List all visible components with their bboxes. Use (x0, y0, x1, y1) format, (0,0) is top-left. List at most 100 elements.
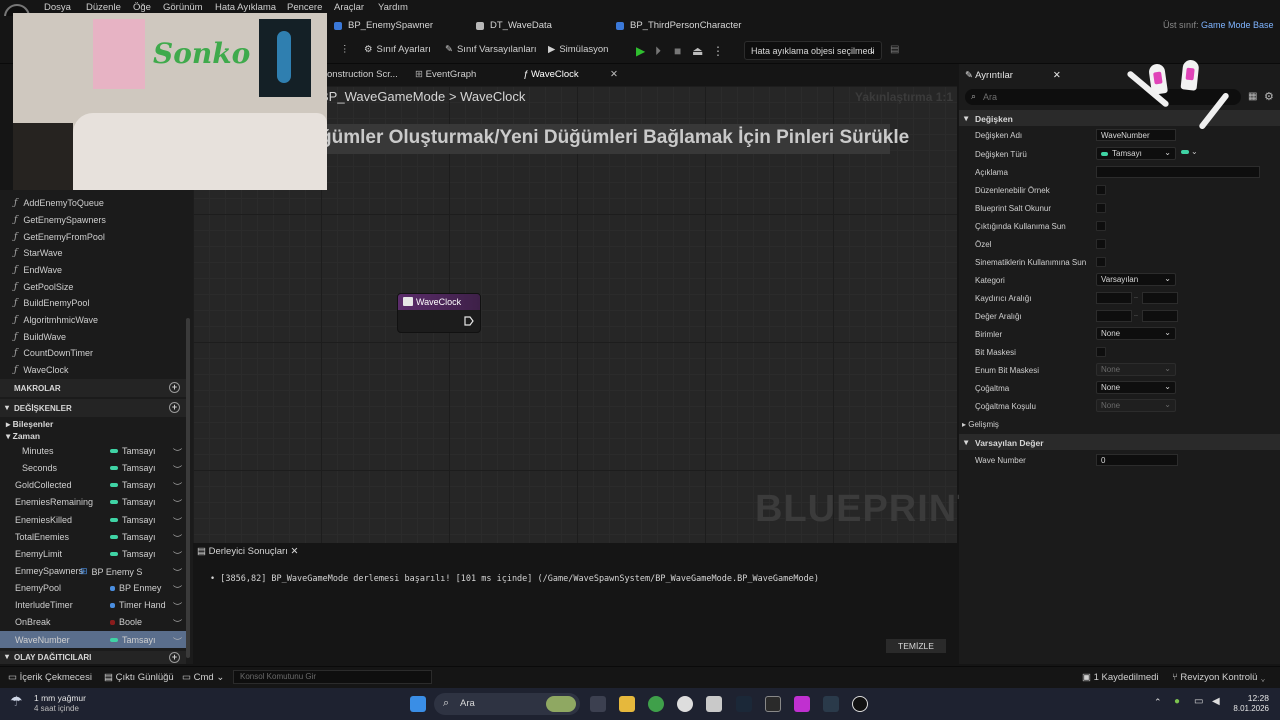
function-item[interactable]: ƒ CountDownTimer (14, 348, 93, 358)
event-dispatchers-section[interactable]: ▾ OLAY DAĞITICILARI + (0, 651, 186, 664)
menu-tools[interactable]: Araçlar (334, 2, 364, 13)
variable-section-header[interactable]: ▾ Değişken (959, 110, 1280, 126)
visibility-icon[interactable]: ︶ (173, 566, 182, 579)
content-drawer-button[interactable]: ▭ İçerik Çekmecesi (8, 672, 92, 683)
menu-help[interactable]: Yardım (378, 2, 408, 13)
output-log-button[interactable]: ▤ Çıktı Günlüğü (104, 672, 174, 683)
visibility-icon[interactable]: ︶ (173, 600, 182, 613)
variable-row-selected[interactable]: WaveNumber Tamsayı ︶ (0, 631, 186, 648)
chrome-icon[interactable] (648, 696, 664, 712)
microphone-icon[interactable]: ● (1174, 696, 1180, 707)
parent-class-link[interactable]: Game Mode Base (1201, 20, 1274, 30)
instance-editable-checkbox[interactable] (1096, 185, 1106, 195)
task-view-icon[interactable] (590, 696, 606, 712)
bp-readonly-checkbox[interactable] (1096, 203, 1106, 213)
chevron-down-icon[interactable]: ⌄ (1191, 147, 1198, 156)
function-item[interactable]: ƒ AlgoritmhmicWave (14, 315, 98, 325)
console-command-input[interactable]: Konsol Komutunu Gir (233, 670, 432, 684)
variable-row[interactable]: TotalEnemies Tamsayı ︶ (0, 528, 186, 545)
visibility-icon[interactable]: ︶ (173, 617, 182, 630)
notepad-icon[interactable] (706, 696, 722, 712)
step-icon[interactable]: ⏵ (655, 44, 661, 59)
function-item[interactable]: ƒ GetEnemyFromPool (14, 232, 105, 242)
container-type-icon[interactable] (1181, 150, 1189, 154)
visibility-icon[interactable]: ︶ (173, 549, 182, 562)
menu-edit[interactable]: Düzenle (86, 2, 121, 13)
units-select[interactable]: None ⌄ (1096, 327, 1176, 340)
visibility-icon[interactable]: ︶ (173, 515, 182, 528)
menu-view[interactable]: Görünüm (163, 2, 203, 13)
visibility-icon[interactable]: ︶ (173, 583, 182, 596)
advanced-expander[interactable]: ▸ Gelişmiş (962, 420, 999, 429)
network-icon[interactable]: ▭ (1194, 696, 1203, 707)
slider-range-max[interactable] (1142, 292, 1178, 304)
visibility-icon[interactable]: ︶ (173, 463, 182, 476)
variable-row[interactable]: EnmeySpawners ⊞ BP Enemy S ︶ (0, 562, 186, 579)
bitmask-checkbox[interactable] (1096, 347, 1106, 357)
menu-window[interactable]: Pencere (287, 2, 322, 13)
function-item[interactable]: ƒ GetEnemySpawners (14, 215, 106, 225)
unreal-engine-icon[interactable] (852, 696, 868, 712)
function-item[interactable]: ƒ StarWave (14, 248, 63, 258)
tab-bp-enemyspawner[interactable]: BP_EnemySpawner (334, 20, 433, 31)
category-time[interactable]: ▾ Zaman (6, 431, 40, 442)
variable-row[interactable]: Minutes Tamsayı ︶ (0, 442, 186, 459)
close-icon[interactable]: ✕ (288, 546, 298, 557)
tab-dt-wavedata[interactable]: DT_WaveData (476, 20, 552, 31)
steam-icon[interactable] (823, 696, 839, 712)
variable-row[interactable]: EnemiesRemaining Tamsayı ︶ (0, 493, 186, 510)
scrollbar[interactable] (186, 318, 190, 658)
value-range-min[interactable] (1096, 310, 1132, 322)
revision-control-button[interactable]: ⑂ Revizyon Kontrolü ⌄ (1172, 672, 1266, 683)
replication-select[interactable]: None ⌄ (1096, 381, 1176, 394)
class-defaults-button[interactable]: ✎ Sınıf Varsayılanları (445, 44, 537, 55)
rep-condition-select[interactable]: None ⌄ (1096, 399, 1176, 412)
class-settings-button[interactable]: ⚙ Sınıf Ayarları (364, 44, 431, 55)
table-view-icon[interactable]: ▦ (1248, 91, 1257, 102)
variable-row[interactable]: EnemyPool BP Enmey ︶ (0, 579, 186, 596)
visibility-icon[interactable]: ︶ (173, 497, 182, 510)
variable-row[interactable]: EnemyLimit Tamsayı ︶ (0, 545, 186, 562)
clock-time[interactable]: 12:28 (1233, 693, 1269, 703)
tab-event-graph[interactable]: ⊞ EventGraph (415, 69, 476, 80)
github-icon[interactable] (677, 696, 693, 712)
eject-icon[interactable]: ⏏ (692, 44, 703, 58)
more-options-icon[interactable]: ⋮ (340, 44, 350, 55)
settings-gear-icon[interactable]: ⚙ (1264, 90, 1274, 103)
add-icon[interactable]: + (169, 382, 180, 393)
add-icon[interactable]: + (169, 402, 180, 413)
exec-pin-icon[interactable] (464, 316, 474, 326)
epic-games-icon[interactable] (765, 696, 781, 712)
var-type-select[interactable]: Tamsayı ⌄ (1096, 147, 1176, 160)
details-tab[interactable]: ✎ Ayrıntılar ✕ (965, 70, 1061, 81)
volume-icon[interactable]: ◀ (1212, 696, 1220, 707)
function-entry-node[interactable]: WaveClock (397, 293, 481, 333)
function-item[interactable]: ƒ BuildEnemyPool (14, 298, 89, 308)
stop-icon[interactable]: ■ (674, 44, 681, 58)
clock-date[interactable]: 8.01.2026 (1223, 704, 1269, 713)
function-item[interactable]: ƒ WaveClock (14, 365, 69, 375)
value-range-max[interactable] (1142, 310, 1178, 322)
bitmask-enum-select[interactable]: None ⌄ (1096, 363, 1176, 376)
visibility-icon[interactable]: ︶ (173, 635, 182, 648)
visibility-icon[interactable]: ︶ (173, 532, 182, 545)
weather-text[interactable]: 1 mm yağmur (34, 693, 86, 703)
visibility-icon[interactable]: ︶ (173, 480, 182, 493)
menu-file[interactable]: Dosya (44, 2, 71, 13)
weather-icon[interactable]: ☂ (10, 693, 23, 710)
file-explorer-icon[interactable] (619, 696, 635, 712)
default-value-input[interactable]: 0 (1096, 454, 1178, 466)
variable-row[interactable]: Seconds Tamsayı ︶ (0, 459, 186, 476)
find-icon[interactable]: ▤ (890, 44, 899, 55)
play-icon[interactable]: ▶ (636, 44, 645, 58)
expose-cinematics-checkbox[interactable] (1096, 257, 1106, 267)
variable-row[interactable]: GoldCollected Tamsayı ︶ (0, 476, 186, 493)
function-item[interactable]: ƒ BuildWave (14, 332, 66, 342)
slider-range-min[interactable] (1096, 292, 1132, 304)
play-options-icon[interactable]: ⋮ (712, 44, 724, 58)
menu-asset[interactable]: Öğe (133, 2, 151, 13)
expose-spawn-checkbox[interactable] (1096, 221, 1106, 231)
category-select[interactable]: Varsayılan ⌄ (1096, 273, 1176, 286)
visibility-icon[interactable]: ︶ (173, 446, 182, 459)
category-components[interactable]: ▸ Bileşenler (6, 419, 53, 430)
